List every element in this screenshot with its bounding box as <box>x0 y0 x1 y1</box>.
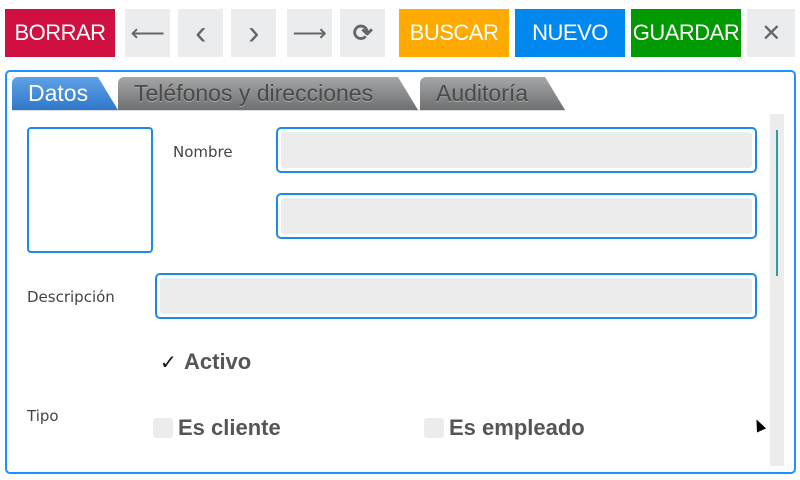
tipo-label: Tipo <box>27 407 59 425</box>
activo-checkbox-label[interactable]: Activo <box>184 349 251 375</box>
nombre2-field[interactable] <box>276 193 757 239</box>
nombre2-input[interactable] <box>281 198 752 234</box>
es-cliente-checkbox[interactable] <box>153 418 173 438</box>
nombre-field[interactable] <box>276 127 757 173</box>
nombre-input[interactable] <box>281 132 752 168</box>
previous-record-button[interactable]: ‹ <box>178 9 223 57</box>
close-button[interactable]: ✕ <box>747 9 795 57</box>
es-empleado-checkbox[interactable] <box>424 418 444 438</box>
delete-button[interactable]: BORRAR <box>5 9 115 57</box>
check-icon[interactable]: ✓ <box>160 350 177 374</box>
descripcion-label: Descripción <box>27 288 115 306</box>
first-record-button[interactable]: ⟵ <box>125 9 170 57</box>
new-button[interactable]: NUEVO <box>515 9 625 57</box>
descripcion-field[interactable] <box>155 273 757 319</box>
tab-strip-divider <box>12 110 565 111</box>
next-record-button[interactable]: › <box>231 9 276 57</box>
descripcion-input[interactable] <box>160 278 752 314</box>
tab-telefonos-direcciones[interactable]: Teléfonos y direcciones <box>118 77 418 110</box>
refresh-button[interactable]: ⟳ <box>340 9 385 57</box>
tab-auditoria[interactable]: Auditoría <box>420 77 565 110</box>
photo-box[interactable] <box>27 127 153 253</box>
es-cliente-label[interactable]: Es cliente <box>178 415 281 441</box>
es-empleado-label[interactable]: Es empleado <box>449 415 585 441</box>
save-button[interactable]: GUARDAR <box>631 9 741 57</box>
scrollbar-thumb[interactable] <box>776 130 778 276</box>
nombre-label: Nombre <box>173 143 233 161</box>
last-record-button[interactable]: ⟶ <box>287 9 332 57</box>
search-button[interactable]: BUSCAR <box>399 9 509 57</box>
